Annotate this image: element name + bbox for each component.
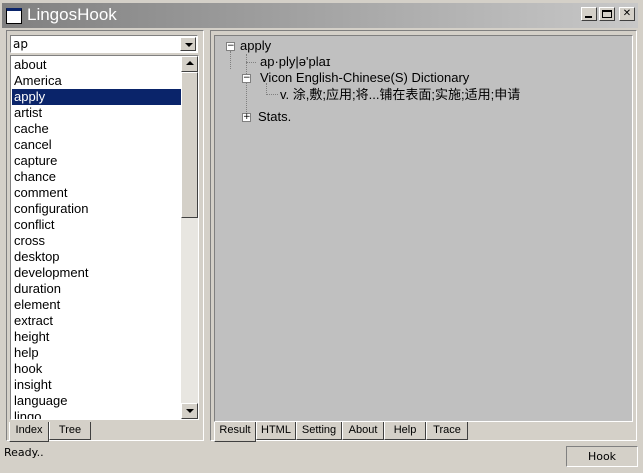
list-item[interactable]: cancel bbox=[12, 137, 181, 153]
list-item[interactable]: cache bbox=[12, 121, 181, 137]
tab-tree[interactable]: Tree bbox=[49, 422, 91, 440]
status-bar: Ready.. Hook bbox=[0, 444, 643, 473]
list-item[interactable]: help bbox=[12, 345, 181, 361]
title-bar[interactable]: LingosHook ✕ bbox=[2, 3, 638, 28]
scroll-thumb[interactable] bbox=[181, 72, 198, 218]
word-list[interactable]: about America apply artist cache cancel captur… bbox=[10, 55, 199, 420]
window-title: LingosHook bbox=[27, 5, 117, 24]
chevron-down-icon bbox=[185, 43, 193, 47]
list-item[interactable]: duration bbox=[12, 281, 181, 297]
tree-connector bbox=[230, 51, 231, 69]
word-list-scrollbar[interactable] bbox=[181, 56, 198, 419]
tree-node-apply[interactable]: apply bbox=[240, 38, 271, 54]
list-item[interactable]: development bbox=[12, 265, 181, 281]
scroll-up-button[interactable] bbox=[181, 56, 198, 72]
list-item[interactable]: language bbox=[12, 393, 181, 409]
tab-trace[interactable]: Trace bbox=[426, 422, 468, 440]
tree-node-pronunciation[interactable]: ap·ply|ə'plaɪ bbox=[260, 54, 330, 70]
list-item[interactable]: lingo bbox=[12, 409, 181, 419]
minimize-button[interactable] bbox=[581, 7, 597, 21]
tree-node-dictionary[interactable]: Vicon English-Chinese(S) Dictionary bbox=[260, 70, 469, 86]
list-item[interactable]: extract bbox=[12, 313, 181, 329]
status-text: Ready.. bbox=[4, 446, 44, 459]
tree-connector bbox=[246, 54, 247, 118]
tab-index[interactable]: Index bbox=[9, 422, 49, 442]
scroll-down-button[interactable] bbox=[181, 403, 198, 419]
result-tree[interactable]: − apply ap·ply|ə'plaɪ − Vicon English-Ch… bbox=[214, 35, 633, 422]
list-item[interactable]: comment bbox=[12, 185, 181, 201]
collapse-apply-icon[interactable]: − bbox=[226, 42, 235, 51]
list-item[interactable]: insight bbox=[12, 377, 181, 393]
list-item[interactable]: hook bbox=[12, 361, 181, 377]
tab-about[interactable]: About bbox=[342, 422, 384, 440]
list-item[interactable]: chance bbox=[12, 169, 181, 185]
search-input[interactable]: ap bbox=[13, 37, 28, 51]
minimize-icon bbox=[585, 16, 592, 18]
tab-html[interactable]: HTML bbox=[256, 422, 296, 440]
tree-connector bbox=[246, 62, 256, 63]
tab-help[interactable]: Help bbox=[384, 422, 426, 440]
list-item[interactable]: conflict bbox=[12, 217, 181, 233]
tree-node-stats[interactable]: Stats. bbox=[258, 109, 291, 125]
list-item[interactable]: height bbox=[12, 329, 181, 345]
tree-connector bbox=[266, 94, 278, 95]
list-item[interactable]: desktop bbox=[12, 249, 181, 265]
list-item[interactable]: element bbox=[12, 297, 181, 313]
search-dropdown-button[interactable] bbox=[180, 37, 196, 51]
list-item[interactable]: cross bbox=[12, 233, 181, 249]
arrow-up-icon bbox=[186, 61, 194, 65]
search-combobox[interactable]: ap bbox=[10, 35, 198, 53]
list-item[interactable]: apply bbox=[12, 89, 181, 105]
maximize-icon bbox=[602, 10, 612, 18]
collapse-dictionary-icon[interactable]: − bbox=[242, 74, 251, 83]
hook-status-pane: Hook bbox=[566, 446, 638, 467]
app-window: LingosHook ✕ ap about America apply artist c… bbox=[0, 0, 643, 473]
arrow-down-icon bbox=[186, 409, 194, 413]
tab-result[interactable]: Result bbox=[214, 422, 256, 442]
expand-stats-icon[interactable]: + bbox=[242, 113, 251, 122]
list-item[interactable]: artist bbox=[12, 105, 181, 121]
list-item[interactable]: configuration bbox=[12, 201, 181, 217]
tree-node-definition[interactable]: v. 涂,敷;应用;将...铺在表面;实施;适用;申请 bbox=[280, 87, 520, 103]
app-icon bbox=[6, 8, 22, 24]
list-item[interactable]: capture bbox=[12, 153, 181, 169]
close-icon: ✕ bbox=[622, 8, 632, 19]
close-button[interactable]: ✕ bbox=[619, 7, 635, 21]
list-item[interactable]: about bbox=[12, 57, 181, 73]
tab-setting[interactable]: Setting bbox=[296, 422, 342, 440]
list-item[interactable]: America bbox=[12, 73, 181, 89]
maximize-button[interactable] bbox=[599, 7, 615, 21]
